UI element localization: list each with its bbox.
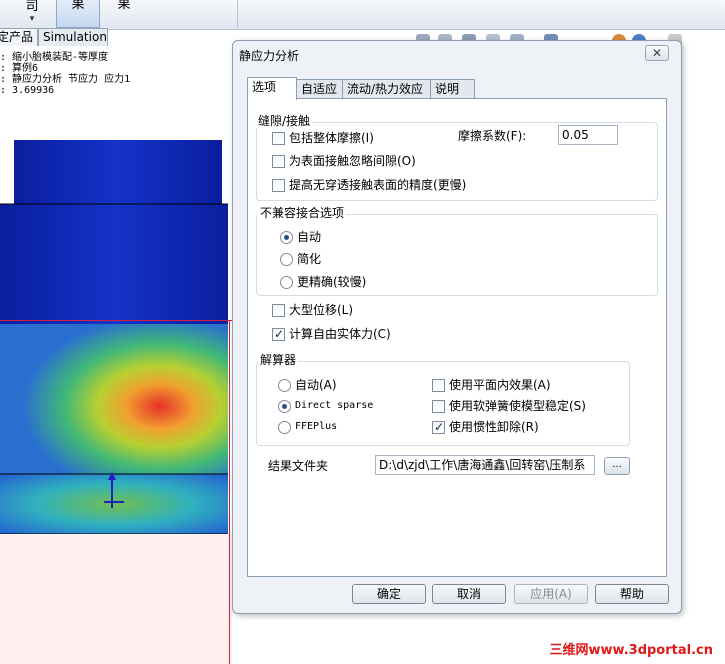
tree-line: : 算例6	[0, 63, 39, 74]
toolbar-button-3-label: 果	[117, 0, 131, 12]
static-study-dialog: 静应力分析 ✕ 选项 自适应 流动/热力效应 说明 缝隙/接触 包括整体摩擦(I…	[232, 40, 682, 614]
include-friction-label: 包括整体摩擦(I)	[289, 131, 374, 145]
bonding-group-title: 不兼容接合选项	[258, 206, 347, 220]
improve-accuracy-label: 提高无穿透接触表面的精度(更慢)	[289, 178, 467, 192]
results-folder-label: 结果文件夹	[268, 459, 329, 473]
tree-line: : 3.69936	[0, 85, 55, 96]
solver-ffeplus-radio[interactable]	[278, 421, 291, 434]
solver-ffeplus-label: FFEPlus	[295, 421, 338, 432]
bonding-simplified-radio[interactable]	[280, 253, 293, 266]
soft-spring-label: 使用软弹簧使模型稳定(S)	[449, 399, 586, 413]
stress-plot-model	[0, 140, 228, 535]
apply-button[interactable]: 应用(A)	[514, 584, 588, 604]
toolbar-button-2-label: 果	[71, 0, 85, 12]
toolbar-button-2[interactable]: 果	[56, 0, 100, 28]
free-body-forces-checkbox[interactable]	[272, 326, 285, 342]
inplane-effect-label: 使用平面内效果(A)	[449, 378, 551, 392]
large-displacement-label: 大型位移(L)	[289, 303, 354, 317]
ignore-clearance-checkbox[interactable]	[272, 155, 285, 168]
help-button[interactable]: 帮助	[595, 584, 669, 604]
results-folder-input[interactable]: D:\d\zjd\工作\唐海通鑫\回转窑\压制系	[375, 455, 595, 475]
solver-direct-sparse-label: Direct sparse	[295, 400, 374, 411]
section-line	[229, 320, 230, 664]
toolbar-divider	[237, 0, 238, 28]
toolbar-button-1-label: 司	[25, 0, 39, 14]
solver-auto-label: 自动(A)	[295, 378, 337, 392]
include-friction-checkbox[interactable]	[272, 132, 285, 145]
bonding-simplified-label: 简化	[297, 252, 322, 266]
section-line	[0, 320, 232, 321]
ok-button[interactable]: 确定	[352, 584, 426, 604]
dialog-title: 静应力分析	[239, 49, 300, 63]
browse-button[interactable]: ...	[604, 457, 630, 475]
tab-options[interactable]: 选项	[247, 77, 297, 100]
watermark: 三维网www.3dportal.cn	[549, 643, 713, 658]
improve-accuracy-checkbox[interactable]	[272, 179, 285, 192]
inertial-relief-checkbox[interactable]	[432, 419, 445, 435]
chevron-down-icon[interactable]: ▾	[14, 14, 50, 24]
tree-line: : 缩小胎模装配-等厚度	[0, 52, 109, 63]
free-body-forces-label: 计算自由实体力(C)	[289, 327, 391, 341]
tree-line: : 静应力分析 节应力 应力1	[0, 74, 131, 85]
bonding-accurate-label: 更精确(较慢)	[297, 275, 367, 289]
tab-description[interactable]: 说明	[430, 79, 475, 99]
cancel-button[interactable]: 取消	[432, 584, 506, 604]
bonding-auto-label: 自动	[297, 230, 322, 244]
solver-direct-sparse-radio[interactable]	[278, 400, 291, 413]
ignore-clearance-label: 为表面接触忽略间隙(O)	[289, 154, 416, 168]
soft-spring-checkbox[interactable]	[432, 400, 445, 413]
bonding-accurate-radio[interactable]	[280, 276, 293, 289]
close-icon[interactable]: ✕	[645, 45, 669, 61]
bonding-auto-radio[interactable]	[280, 231, 293, 244]
contact-group-title: 缝隙/接触	[256, 114, 313, 128]
large-displacement-checkbox[interactable]	[272, 304, 285, 317]
feature-tree-annotation: : 缩小胎模装配-等厚度 : 算例6 : 静应力分析 节应力 应力1 : 3.6…	[0, 52, 130, 96]
toolbar-button-1[interactable]: 司 ▾	[14, 0, 50, 28]
viewport-background	[0, 534, 232, 664]
solver-auto-radio[interactable]	[278, 379, 291, 392]
friction-coefficient-label: 摩擦系数(F):	[458, 129, 527, 143]
inertial-relief-label: 使用惯性卸除(R)	[449, 420, 539, 434]
command-manager-toolbar: 司 ▾ 果 果	[0, 0, 725, 30]
inplane-effect-checkbox[interactable]	[432, 379, 445, 392]
friction-coefficient-input[interactable]: 0.05	[558, 125, 618, 145]
solver-group-title: 解算器	[258, 353, 299, 367]
toolbar-button-3[interactable]: 果	[110, 0, 138, 28]
options-panel: 缝隙/接触 包括整体摩擦(I) 摩擦系数(F): 0.05 为表面接触忽略间隙(…	[247, 98, 667, 577]
tab-evaluate[interactable]: 定产品	[0, 28, 38, 46]
tab-simulation[interactable]: Simulation	[38, 28, 108, 46]
tab-flow-thermal[interactable]: 流动/热力效应	[342, 79, 431, 99]
tab-adaptive[interactable]: 自适应	[296, 79, 343, 99]
